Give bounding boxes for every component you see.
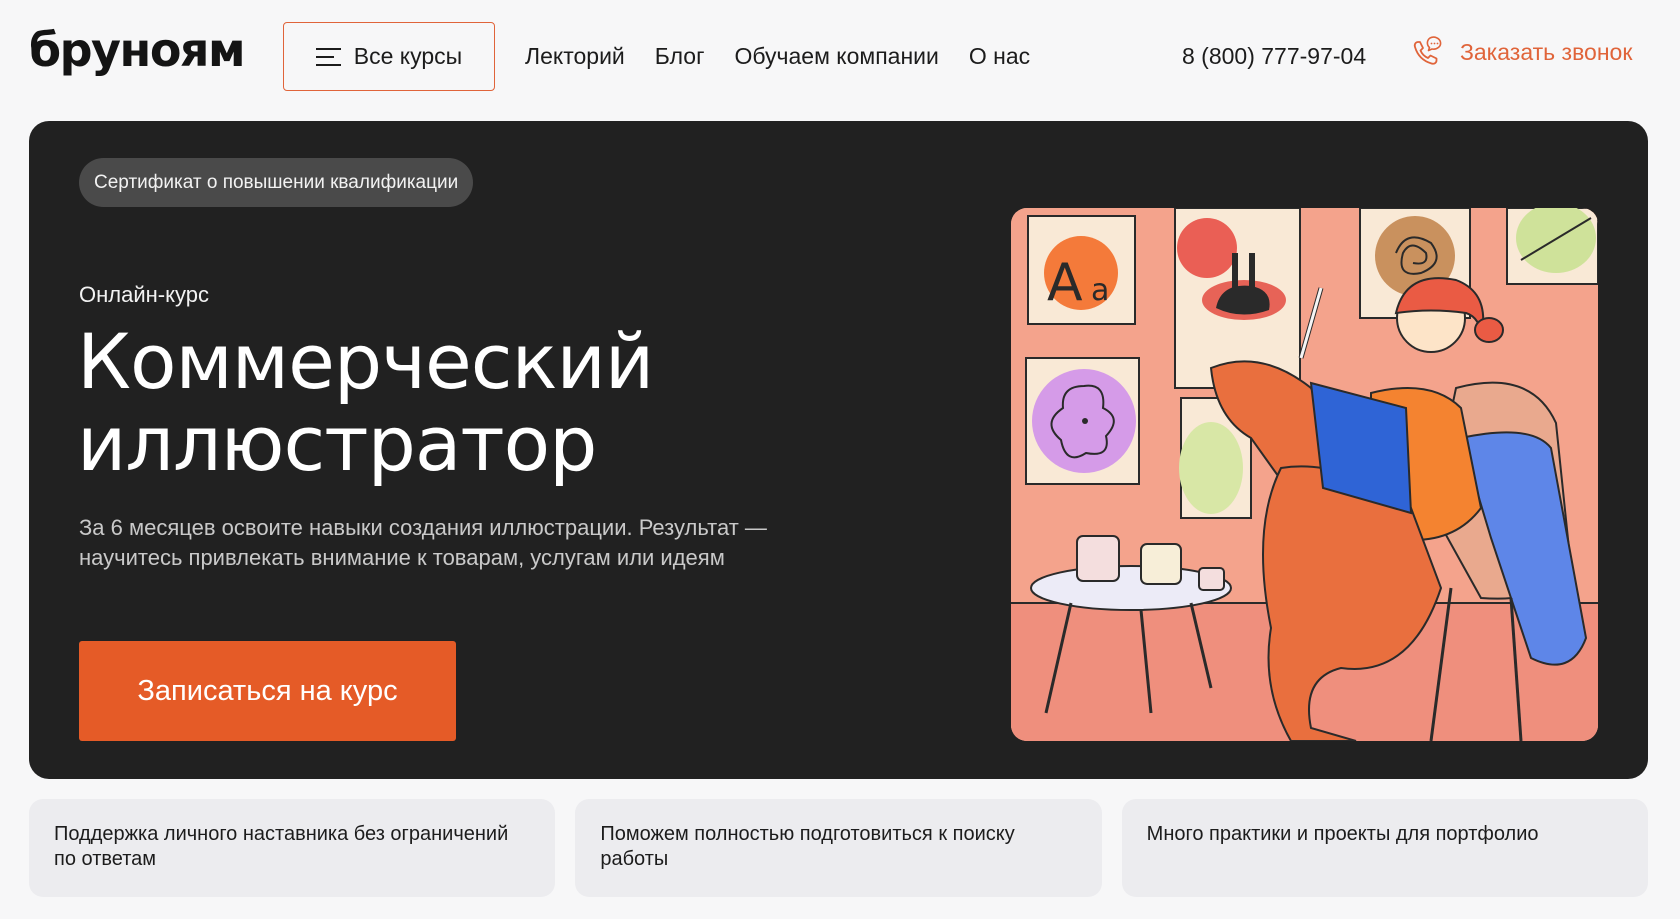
- all-courses-button[interactable]: Все курсы: [283, 22, 495, 91]
- brand-logo[interactable]: бруноям: [29, 21, 246, 79]
- nav-item-about[interactable]: О нас: [969, 41, 1030, 71]
- menu-icon: [315, 47, 341, 66]
- callback-label: Заказать звонок: [1460, 39, 1633, 65]
- feature-card-portfolio: Много практики и проекты для портфолио: [1121, 799, 1648, 897]
- feature-card-job-prep: Поможем полностью подготовиться к поиску…: [575, 799, 1102, 897]
- svg-text:a: a: [1091, 273, 1109, 308]
- main-nav: Лекторий Блог Обучаем компании О нас: [525, 41, 1060, 71]
- course-title: Коммерческий иллюстратор: [77, 317, 654, 488]
- nav-item-corporate[interactable]: Обучаем компании: [734, 41, 938, 71]
- certificate-badge: Сертификат о повышении квалификации: [79, 158, 474, 207]
- course-description: За 6 месяцев освоите навыки создания илл…: [79, 515, 767, 570]
- site-header: бруноям Все курсы Лекторий Блог Обучаем …: [0, 0, 1680, 112]
- course-type-label: Онлайн-курс: [79, 282, 209, 307]
- all-courses-label: Все курсы: [353, 43, 463, 69]
- phone-number[interactable]: 8 (800) 777-97-04: [1182, 41, 1366, 71]
- enroll-button[interactable]: Записаться на курс: [79, 641, 456, 741]
- svg-text:A: A: [1047, 253, 1083, 313]
- hero-banner: Сертификат о повышении квалификации Онла…: [29, 121, 1648, 779]
- callback-button[interactable]: Заказать звонок: [1410, 35, 1632, 69]
- feature-card-mentor: Поддержка личного наставника без огранич…: [29, 799, 556, 897]
- hero-illustration-art: A a: [1011, 208, 1598, 741]
- feature-cards: Поддержка личного наставника без огранич…: [29, 799, 1648, 897]
- phone-chat-icon: [1413, 36, 1442, 65]
- nav-item-lectorium[interactable]: Лекторий: [525, 41, 625, 71]
- illustrator-drawing-on-tablet-illustration: A a: [1011, 208, 1598, 741]
- nav-item-blog[interactable]: Блог: [655, 41, 705, 71]
